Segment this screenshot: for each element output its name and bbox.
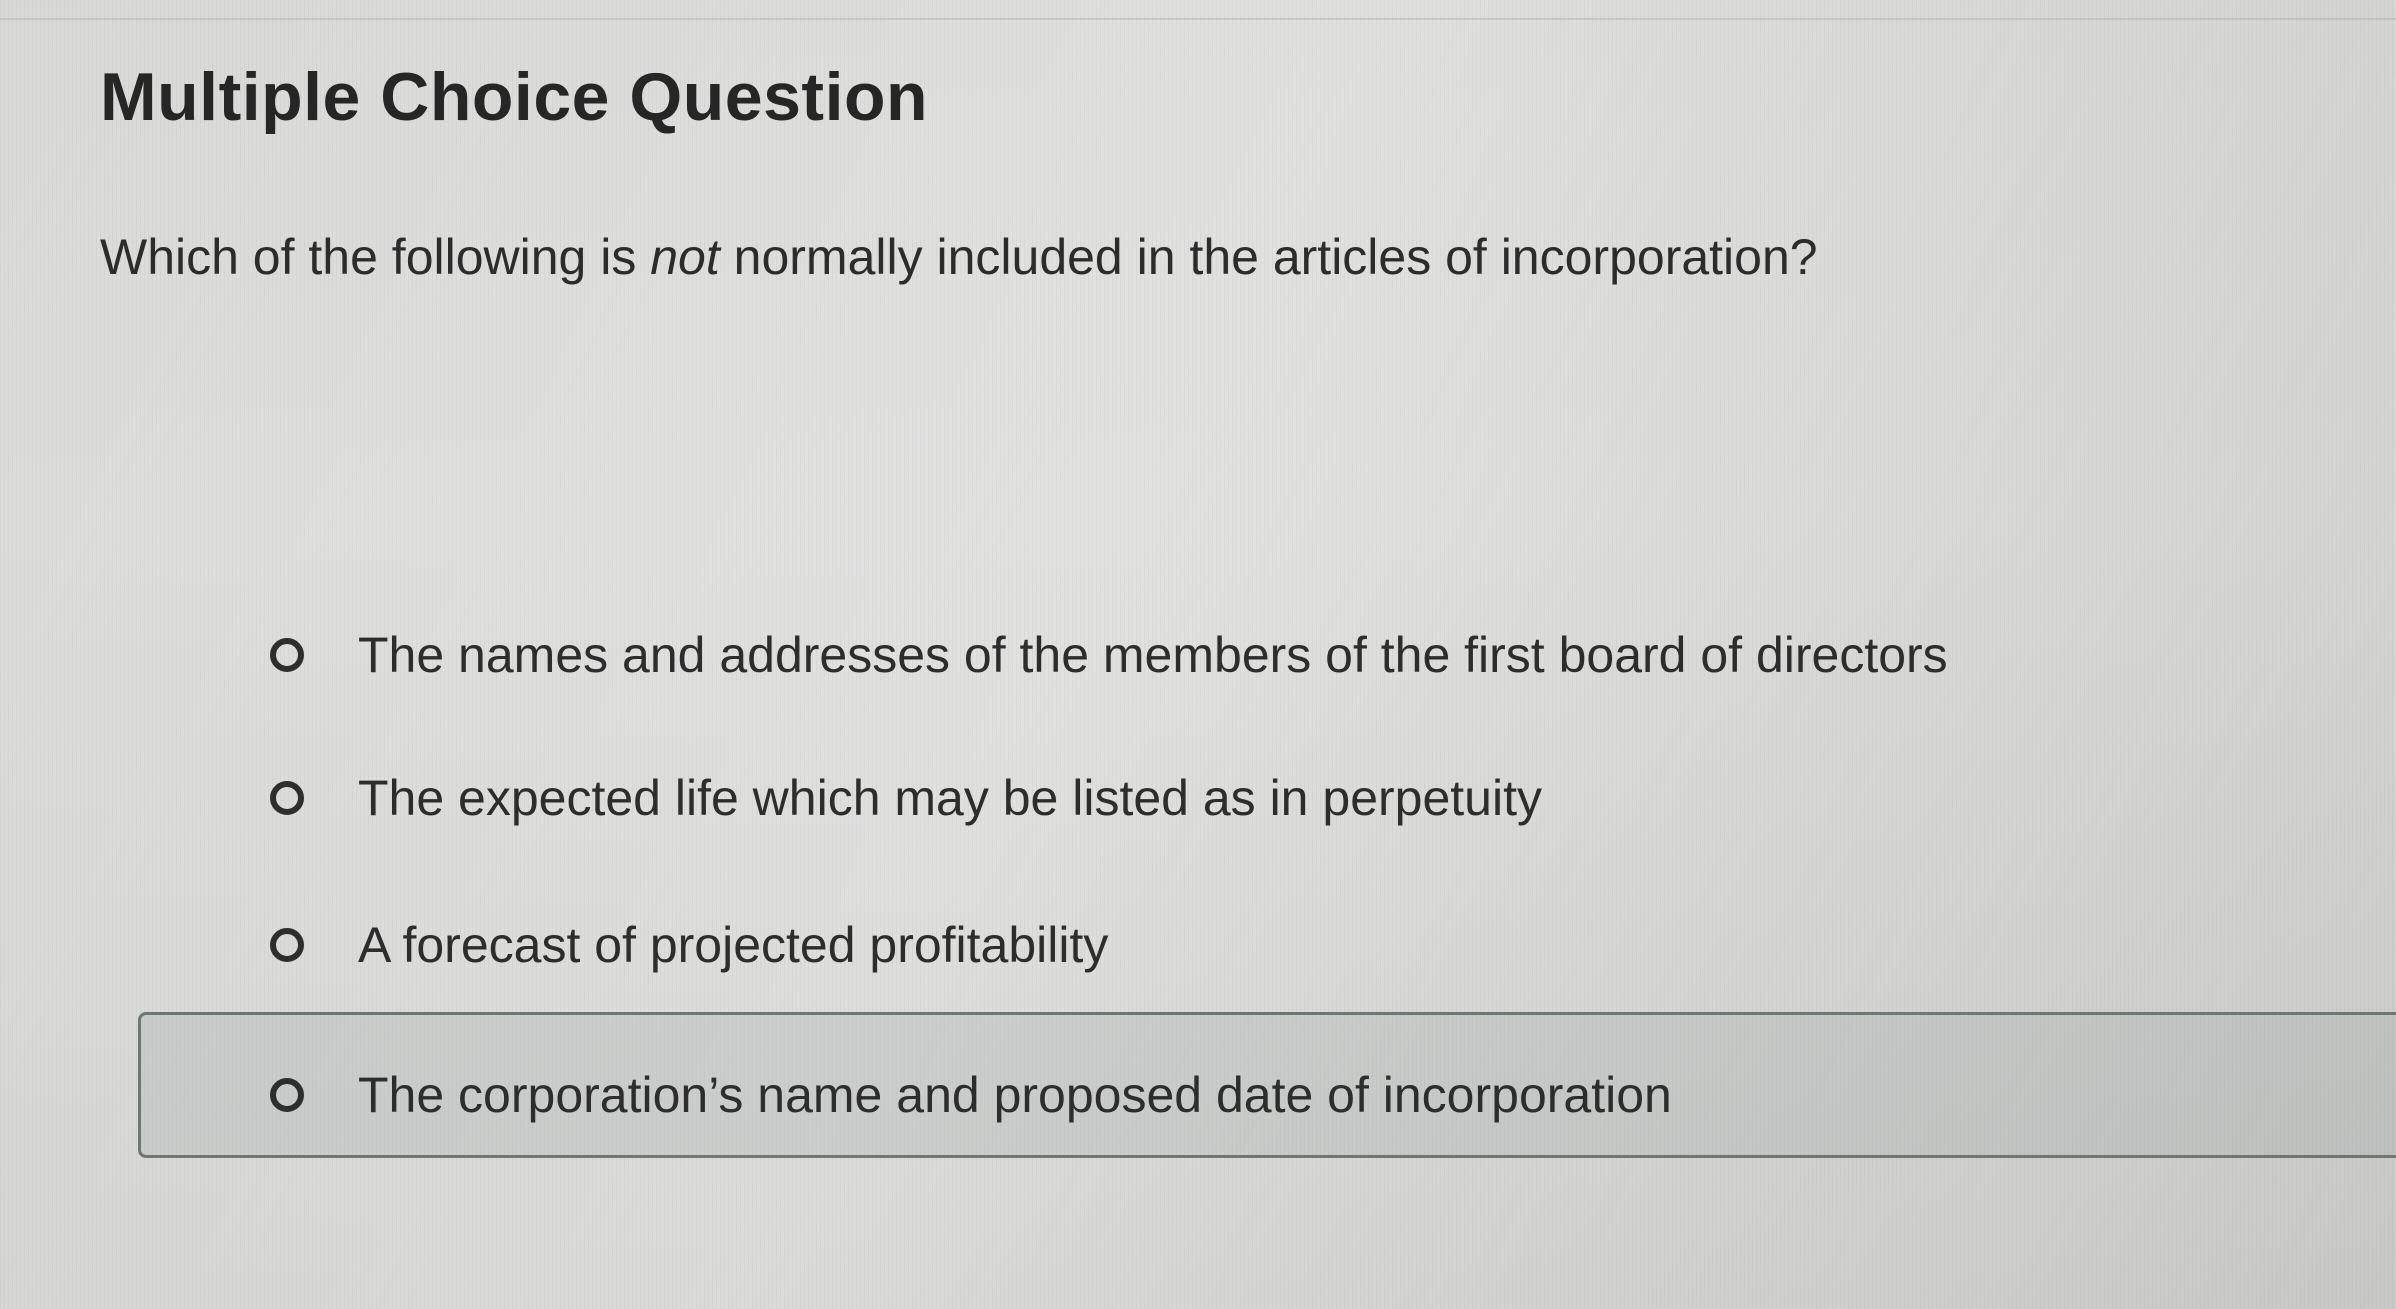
- question-prompt: Which of the following is not normally i…: [100, 228, 1818, 286]
- answer-option-label: The corporation’s name and proposed date…: [358, 1067, 1672, 1123]
- top-divider: [0, 18, 2396, 20]
- answer-option-4[interactable]: The corporation’s name and proposed date…: [270, 1045, 1672, 1145]
- question-title: Multiple Choice Question: [100, 59, 929, 135]
- radio-button-icon[interactable]: [270, 781, 304, 815]
- answer-option-label: The names and addresses of the members o…: [358, 627, 1948, 683]
- answer-option-label: A forecast of projected profitability: [358, 917, 1109, 973]
- quiz-screen: Multiple Choice Question Which of the fo…: [0, 0, 2396, 1309]
- answer-option-3[interactable]: A forecast of projected profitability: [270, 895, 1108, 995]
- radio-button-icon[interactable]: [270, 1078, 304, 1112]
- answer-option-2[interactable]: The expected life which may be listed as…: [270, 748, 1542, 848]
- question-prompt-emphasis: not: [650, 229, 720, 285]
- answer-option-1[interactable]: The names and addresses of the members o…: [270, 605, 1948, 705]
- radio-button-icon[interactable]: [270, 928, 304, 962]
- question-prompt-start: Which of the following is: [100, 229, 651, 285]
- answer-option-label: The expected life which may be listed as…: [358, 770, 1542, 826]
- radio-button-icon[interactable]: [270, 638, 304, 672]
- question-prompt-end: normally included in the articles of inc…: [719, 229, 1818, 285]
